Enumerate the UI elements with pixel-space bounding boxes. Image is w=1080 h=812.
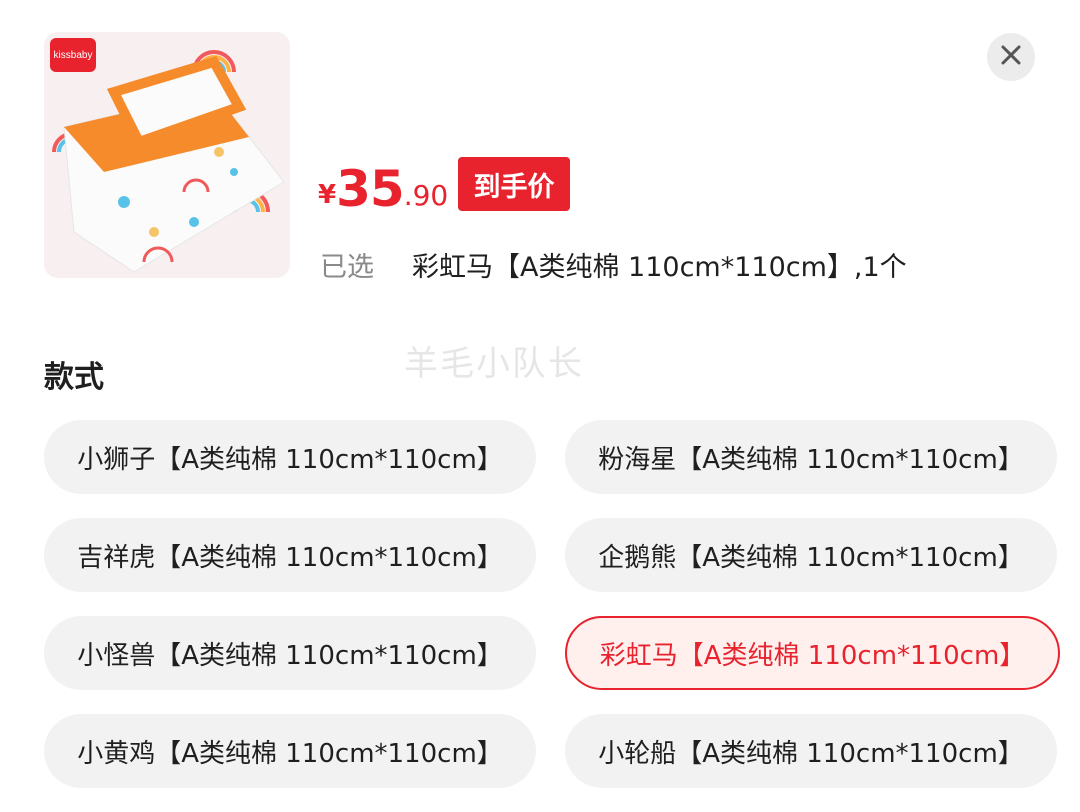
style-option[interactable]: 小轮船【A类纯棉 110cm*110cm】 [565, 714, 1057, 788]
style-option[interactable]: 粉海星【A类纯棉 110cm*110cm】 [565, 420, 1057, 494]
price-decimal: .90 [403, 179, 449, 212]
style-section-title: 款式 [44, 360, 104, 395]
price-currency: ¥ [318, 180, 337, 210]
product-thumbnail: kissbaby [44, 32, 290, 278]
selected-value: 彩虹马【A类纯棉 110cm*110cm】,1个 [412, 251, 907, 283]
final-price-tag: 到手价 [458, 157, 570, 211]
selected-label: 已选 [320, 251, 374, 283]
style-option[interactable]: 小狮子【A类纯棉 110cm*110cm】 [44, 420, 536, 494]
style-option[interactable]: 吉祥虎【A类纯棉 110cm*110cm】 [44, 518, 536, 592]
close-icon [1000, 44, 1022, 70]
close-button[interactable] [987, 33, 1035, 81]
style-option[interactable]: 小怪兽【A类纯棉 110cm*110cm】 [44, 616, 536, 690]
price: ¥ 35 .90 [318, 152, 448, 214]
selected-summary: 已选 彩虹马【A类纯棉 110cm*110cm】,1个 [320, 244, 907, 284]
sku-selector-sheet: kissbaby ¥ 35 .90 到手价 已选 彩虹马【A类纯棉 110cm*… [0, 0, 1080, 812]
style-option[interactable]: 彩虹马【A类纯棉 110cm*110cm】 [565, 616, 1060, 690]
price-integer: 35 [336, 160, 405, 218]
watermark: 羊毛小队长 [404, 344, 584, 384]
style-option[interactable]: 小黄鸡【A类纯棉 110cm*110cm】 [44, 714, 536, 788]
brand-logo: kissbaby [50, 38, 96, 72]
style-option[interactable]: 企鹅熊【A类纯棉 110cm*110cm】 [565, 518, 1057, 592]
